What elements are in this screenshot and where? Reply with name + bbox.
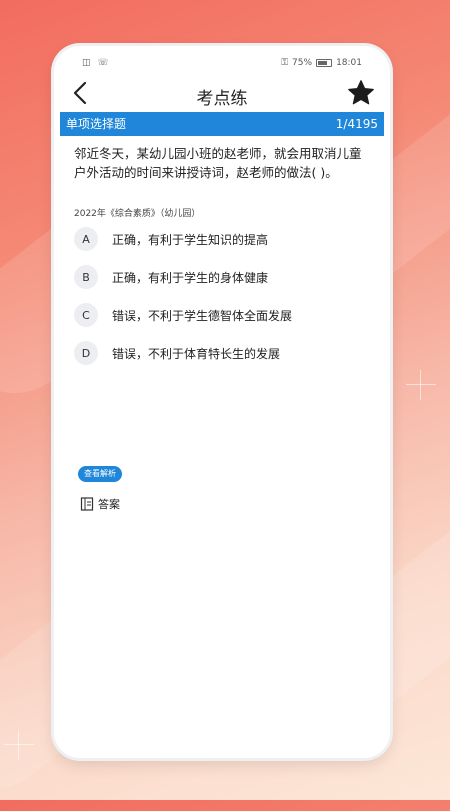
option-b[interactable]: B 正确，有利于学生的身体健康 (74, 258, 374, 296)
option-text: 正确，有利于学生的身体健康 (112, 270, 269, 285)
option-letter: A (74, 227, 98, 251)
answer-section: 答案 (80, 496, 120, 512)
question-counter: 1/4195 (335, 117, 378, 131)
phone-screen: ◫ ☏ ⚿ 75% 18:01 考点练 单项选择题 1/4195 邻近冬天，某幼… (54, 46, 390, 758)
answer-label: 答案 (98, 498, 120, 511)
question-source: 2022年《综合素质》（幼儿园） (74, 209, 201, 219)
option-text: 错误，不利于学生德智体全面发展 (112, 308, 293, 323)
option-letter: C (74, 303, 98, 327)
question-type-bar: 单项选择题 1/4195 (60, 112, 384, 136)
option-text: 错误，不利于体育特长生的发展 (112, 346, 281, 361)
sparkle-decoration (406, 370, 436, 400)
question-text: 邻近冬天，某幼儿园小班的赵老师，就会用取消儿童户外活动的时间来讲授诗词，赵老师的… (74, 146, 362, 180)
option-c[interactable]: C 错误，不利于学生德智体全面发展 (74, 296, 374, 334)
battery-icon (316, 59, 333, 67)
option-letter: B (74, 265, 98, 289)
view-analysis-button[interactable]: 查看解析 (78, 466, 122, 482)
status-bar: ◫ ☏ ⚿ 75% 18:01 (54, 46, 390, 74)
option-letter: D (74, 341, 98, 365)
status-right: ⚿ 75% 18:01 (281, 58, 362, 68)
document-icon (80, 497, 94, 511)
question-type: 单项选择题 (66, 117, 127, 131)
option-text: 正确，有利于学生知识的提高 (112, 232, 269, 247)
options-list: A 正确，有利于学生知识的提高 B 正确，有利于学生的身体健康 C 错误，不利于… (74, 220, 374, 372)
clock: 18:01 (336, 58, 362, 68)
star-icon (348, 80, 374, 105)
signal-icon: ⚿ (281, 58, 289, 68)
page-title: 考点练 (196, 89, 248, 109)
option-d[interactable]: D 错误，不利于体育特长生的发展 (74, 334, 374, 372)
title-bar: 考点练 (54, 76, 390, 112)
option-a[interactable]: A 正确，有利于学生知识的提高 (74, 220, 374, 258)
status-left-icons: ◫ ☏ (82, 58, 111, 68)
favorite-button[interactable] (346, 78, 376, 108)
sparkle-decoration (4, 730, 34, 760)
battery-percent: 75% (292, 58, 313, 68)
